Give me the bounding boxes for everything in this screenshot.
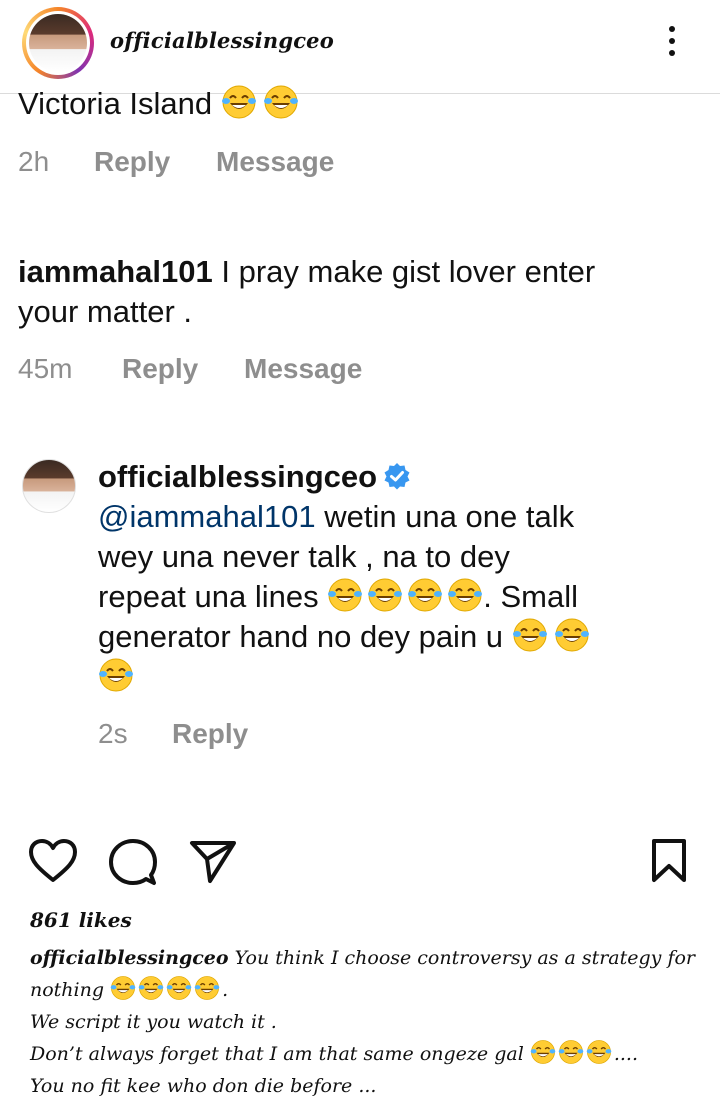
laughing-emoji-icon [586,1039,612,1065]
laughing-emoji-icon [558,1039,584,1065]
comment-2-line1: I pray make gist lover enter [221,254,596,289]
mention-link[interactable]: @iammahal101 [98,499,316,534]
send-icon[interactable] [188,838,238,884]
comment-3-time: 2s [98,718,128,749]
comment-1-body: Victoria Island [18,86,213,121]
caption-line2-text: nothing [30,979,105,1001]
comment-2-time: 45m [18,353,73,384]
comment-1-time: 2h [18,146,50,177]
comment-3-line4: generator hand no dey pain u [98,617,596,657]
avatar-photo [29,14,87,72]
comment-1-message-button[interactable]: Message [216,146,334,178]
comment-3-header: officialblessingceo [98,457,411,497]
caption-line4-end: .... [613,1043,638,1065]
comment-1-text: Victoria Island [18,84,305,124]
comment-2-line2: your matter . [18,294,192,329]
caption-line1-text: You think I choose controversy as a stra… [234,947,695,969]
comment-1-reply-button[interactable]: Reply [94,146,170,178]
verified-badge-icon [384,463,410,490]
laughing-emoji-icon [166,975,192,1001]
laughing-emoji-icon [263,84,299,120]
comment-3-line3-end: . Small [483,579,578,614]
laughing-emoji-icon [221,84,257,120]
comment-3-username[interactable]: officialblessingceo [98,459,377,494]
profile-avatar[interactable] [22,7,94,79]
comment-3-reply-button[interactable]: Reply [172,718,248,750]
reply-avatar[interactable] [22,459,76,513]
caption-line1: officialblessingceo You think I choose c… [30,942,695,974]
laughing-emoji-icon [110,975,136,1001]
laughing-emoji-icon [327,577,363,613]
caption-username[interactable]: officialblessingceo [30,947,229,969]
laughing-emoji-icon [194,975,220,1001]
comment-3-line4-text: generator hand no dey pain u [98,619,504,654]
comment-bubble-icon[interactable] [108,838,158,886]
comment-3-line1-text: wetin una one talk [324,499,575,534]
comment-3-line2: wey una never talk , na to dey [98,539,510,574]
comment-2-message-button[interactable]: Message [244,353,362,385]
laughing-emoji-icon [367,577,403,613]
caption-line3: We script it you watch it . [30,1011,277,1033]
likes-count[interactable]: 861 likes [30,908,132,932]
laughing-emoji-icon [98,657,134,693]
laughing-emoji-icon [138,975,164,1001]
comment-3-line1: @iammahal101 wetin una one talk [98,497,574,537]
comment-2-username[interactable]: iammahal101 [18,254,213,289]
caption-line4: Don’t always forget that I am that same … [30,1038,638,1070]
comment-3-line5 [98,657,140,697]
bookmark-icon[interactable] [650,838,688,884]
laughing-emoji-icon [512,617,548,653]
laughing-emoji-icon [530,1039,556,1065]
post-header: officialblessingceo [0,0,720,94]
comment-2-reply-button[interactable]: Reply [122,353,198,385]
caption-line2: nothing . [30,974,228,1006]
caption-line5: You no fit kee who don die before ... [30,1075,377,1097]
caption-line4-text: Don’t always forget that I am that same … [30,1043,524,1065]
comment-3-line3-text: repeat una lines [98,579,319,614]
more-vertical-icon[interactable] [664,26,680,62]
header-username[interactable]: officialblessingceo [110,28,334,53]
caption-line2-end: . [222,979,229,1001]
laughing-emoji-icon [407,577,443,613]
heart-icon[interactable] [28,838,78,884]
comment-2-text: iammahal101 I pray make gist lover enter [18,252,595,292]
laughing-emoji-icon [554,617,590,653]
comment-3-line3: repeat una lines . Small [98,577,578,617]
laughing-emoji-icon [447,577,483,613]
